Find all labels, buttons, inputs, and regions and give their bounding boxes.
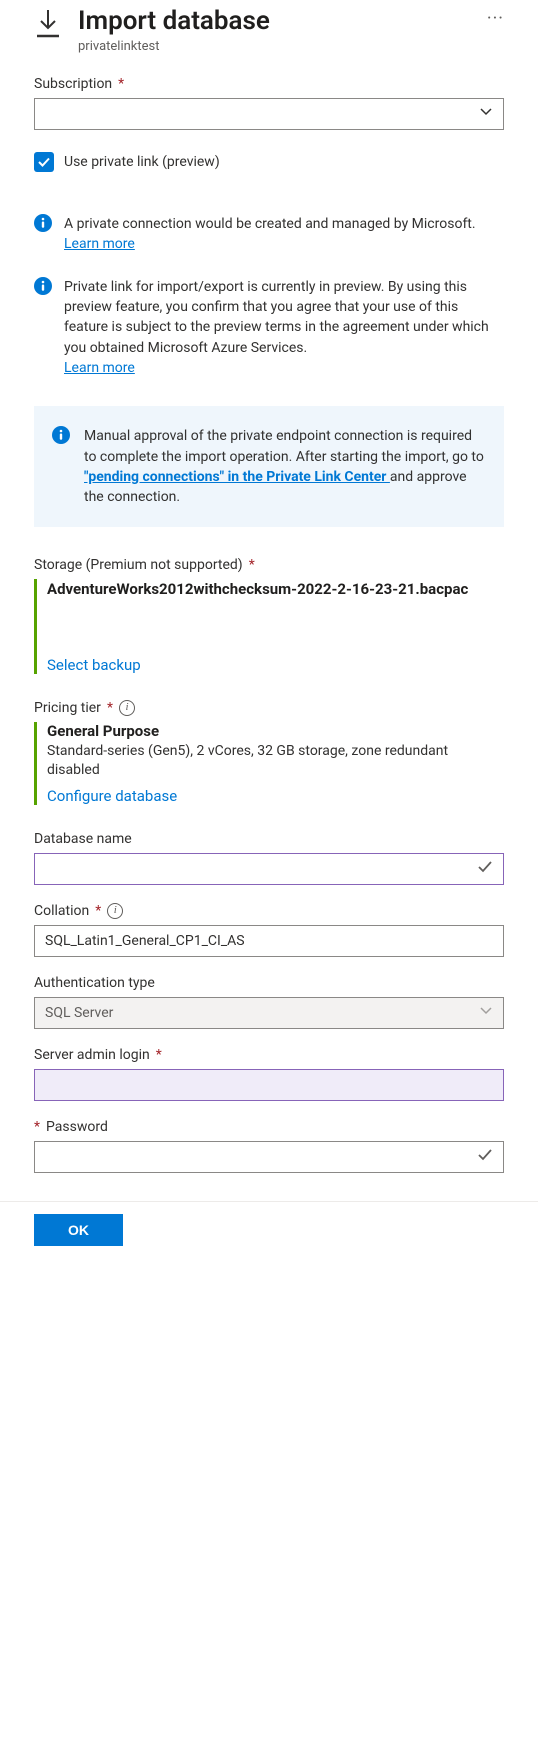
- use-private-link-checkbox[interactable]: [34, 152, 54, 172]
- info-tooltip-icon[interactable]: i: [107, 903, 123, 919]
- required-asterisk: *: [249, 557, 255, 573]
- subscription-dropdown[interactable]: [34, 98, 504, 130]
- admin-login-input[interactable]: [34, 1069, 504, 1101]
- database-name-label: Database name: [34, 831, 132, 847]
- learn-more-link-2[interactable]: Learn more: [64, 360, 135, 376]
- ok-button[interactable]: OK: [34, 1214, 123, 1246]
- import-icon: [34, 8, 62, 44]
- info-tooltip-icon[interactable]: i: [119, 700, 135, 716]
- auth-type-dropdown[interactable]: SQL Server: [34, 997, 504, 1029]
- check-icon: [477, 1147, 493, 1167]
- pending-connections-link[interactable]: "pending connections" in the Private Lin…: [84, 469, 390, 485]
- info-icon: [52, 426, 70, 507]
- required-asterisk: *: [107, 700, 113, 716]
- info-icon: [34, 277, 52, 378]
- required-asterisk: *: [156, 1047, 162, 1063]
- learn-more-link-1[interactable]: Learn more: [64, 236, 135, 252]
- required-asterisk: *: [118, 76, 124, 92]
- more-menu-icon[interactable]: ···: [487, 6, 504, 28]
- page-title: Import database: [78, 6, 471, 37]
- info-icon: [34, 214, 52, 255]
- required-asterisk: *: [95, 903, 101, 919]
- pricing-tier-desc: Standard-series (Gen5), 2 vCores, 32 GB …: [47, 742, 504, 781]
- callout-prefix: Manual approval of the private endpoint …: [84, 428, 484, 464]
- database-name-input[interactable]: [34, 853, 504, 885]
- admin-login-label: Server admin login: [34, 1047, 150, 1063]
- pricing-tier-name: General Purpose: [47, 722, 504, 740]
- collation-input[interactable]: [34, 925, 504, 957]
- password-label: Password: [46, 1119, 108, 1135]
- password-input[interactable]: [34, 1141, 504, 1173]
- info-preview-text: Private link for import/export is curren…: [64, 279, 489, 356]
- manual-approval-callout: Manual approval of the private endpoint …: [34, 406, 504, 527]
- storage-file-name: AdventureWorks2012withchecksum-2022-2-16…: [47, 579, 504, 599]
- auth-type-label: Authentication type: [34, 975, 155, 991]
- check-icon: [477, 859, 493, 879]
- required-asterisk: *: [34, 1119, 40, 1135]
- subscription-label: Subscription: [34, 76, 112, 92]
- use-private-link-label: Use private link (preview): [64, 154, 220, 170]
- page-subtitle: privatelinktest: [78, 39, 471, 54]
- collation-label: Collation: [34, 903, 89, 919]
- chevron-down-icon: [479, 1004, 493, 1022]
- configure-database-link[interactable]: Configure database: [47, 787, 504, 805]
- storage-label: Storage (Premium not supported): [34, 557, 243, 573]
- select-backup-link[interactable]: Select backup: [47, 656, 504, 674]
- chevron-down-icon: [479, 105, 493, 123]
- info-private-connection-text: A private connection would be created an…: [64, 216, 476, 232]
- pricing-tier-label: Pricing tier: [34, 700, 101, 716]
